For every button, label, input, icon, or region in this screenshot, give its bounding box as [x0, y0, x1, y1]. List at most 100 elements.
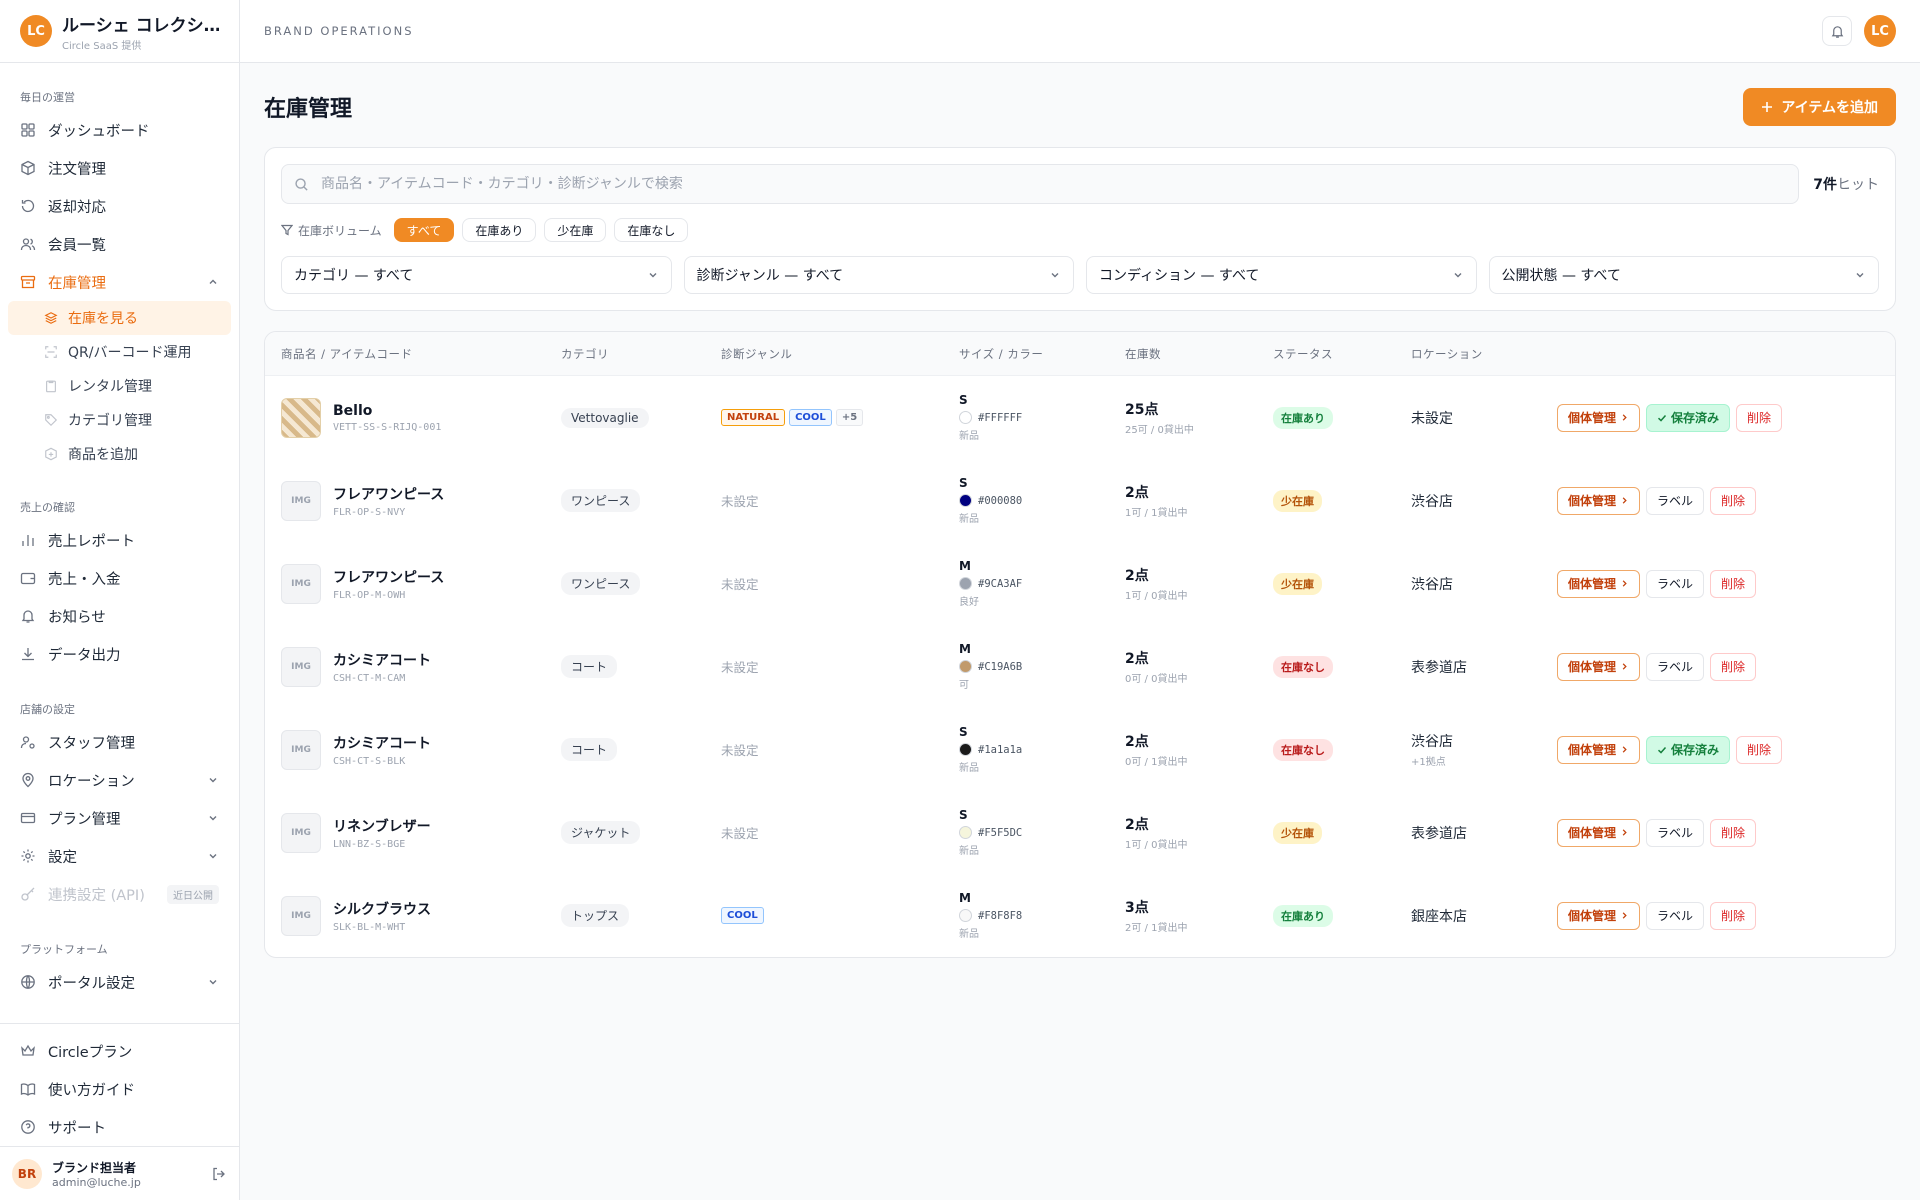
- category-select-value: カテゴリ — すべて: [294, 268, 414, 284]
- delete-button[interactable]: 削除: [1710, 486, 1757, 515]
- manage-units-button[interactable]: 個体管理: [1557, 901, 1641, 930]
- table-row[interactable]: IMG フレアワンピース FLR-OP-S-NVY ワンピース 未設定 S #000080 新…: [265, 459, 1895, 542]
- sidebar-item-location[interactable]: ロケーション: [8, 761, 231, 799]
- sidebar-item-portal[interactable]: ポータル設定: [8, 963, 231, 1001]
- delete-button[interactable]: 削除: [1710, 901, 1757, 930]
- sidebar-subitem-label: 在庫を見る: [68, 311, 138, 327]
- sidebar-subitem-category[interactable]: カテゴリ管理: [8, 403, 231, 437]
- product-code: FLR-OP-M-OWH: [333, 589, 406, 601]
- col-header-genre: 診断ジャンル: [721, 346, 793, 361]
- sidebar-item-sales-report[interactable]: 売上レポート: [8, 521, 231, 559]
- filter-panel: 7件ヒット 在庫ボリューム すべて 在庫あり 少在庫 在庫なし カテゴリ — す…: [264, 147, 1896, 311]
- chip-low-stock[interactable]: 少在庫: [544, 218, 607, 242]
- publish-select[interactable]: 公開状態 — すべて: [1488, 256, 1879, 294]
- sidebar-item-dashboard[interactable]: ダッシュボード: [8, 111, 231, 149]
- table-header: 商品名 / アイテムコード カテゴリ 診断ジャンル サイズ / カラー 在庫数 …: [265, 332, 1895, 376]
- label-button[interactable]: ラベル: [1646, 652, 1705, 681]
- chip-out-of-stock[interactable]: 在庫なし: [614, 218, 689, 242]
- topbar-title: BRAND OPERATIONS: [264, 24, 414, 38]
- sidebar-subitem-label: カテゴリ管理: [68, 413, 152, 429]
- genre-select[interactable]: 診断ジャンル — すべて: [683, 256, 1074, 294]
- package-icon: [21, 160, 35, 176]
- manage-units-button[interactable]: 個体管理: [1557, 735, 1641, 764]
- condition-value: 新品: [959, 929, 979, 940]
- sidebar-subitem-label: レンタル管理: [68, 379, 152, 395]
- delete-button[interactable]: 削除: [1736, 403, 1783, 432]
- logout-icon[interactable]: [211, 1166, 227, 1182]
- sidebar-item-members[interactable]: 会員一覧: [8, 225, 231, 263]
- condition-value: 可: [959, 680, 969, 691]
- sidebar-item-support[interactable]: サポート: [8, 1108, 231, 1146]
- manage-units-button[interactable]: 個体管理: [1557, 486, 1641, 515]
- sidebar-item-export[interactable]: データ出力: [8, 635, 231, 673]
- sidebar-nav: 毎日の運営 ダッシュボード 注文管理 返却対応 会員一覧 在庫管理 在庫を見る …: [0, 63, 239, 1023]
- sidebar-subitem-add-product[interactable]: 商品を追加: [8, 437, 231, 471]
- table-row[interactable]: IMG フレアワンピース FLR-OP-M-OWH ワンピース 未設定 M #9CA3AF 良…: [265, 542, 1895, 625]
- label-button[interactable]: ラベル: [1646, 818, 1705, 847]
- stock-qty: 25点: [1125, 402, 1159, 418]
- genre-select-value: 診断ジャンル — すべて: [696, 268, 844, 284]
- wallet-icon: [20, 572, 36, 585]
- status-badge: 在庫なし: [1273, 655, 1333, 678]
- product-code: LNN-BZ-S-BGE: [333, 838, 406, 850]
- table-row[interactable]: IMG カシミアコート CSH-CT-M-CAM コート 未設定 M #C19A6B 可 2点 0…: [265, 625, 1895, 708]
- table-row[interactable]: IMG リネンブレザー LNN-BZ-S-BGE ジャケット 未設定 S #F5F5DC 新品…: [265, 791, 1895, 874]
- sidebar-item-staff[interactable]: スタッフ管理: [8, 723, 231, 761]
- rotate-ccw-icon: [21, 199, 35, 213]
- manage-units-button[interactable]: 個体管理: [1557, 818, 1641, 847]
- saved-button[interactable]: 保存済み: [1646, 403, 1731, 432]
- delete-button[interactable]: 削除: [1736, 735, 1783, 764]
- delete-button[interactable]: 削除: [1710, 569, 1757, 598]
- saved-label: 保存済み: [1671, 411, 1720, 425]
- account-avatar[interactable]: LC: [1864, 15, 1896, 47]
- label-button[interactable]: ラベル: [1646, 901, 1705, 930]
- table-row[interactable]: Bello VETT-SS-S-RIJQ-001 Vettovaglie NATURA…: [265, 376, 1895, 459]
- user-email: admin@luche.jp: [52, 1175, 141, 1189]
- chip-in-stock[interactable]: 在庫あり: [462, 218, 537, 242]
- sidebar-item-guide[interactable]: 使い方ガイド: [8, 1070, 231, 1108]
- product-thumbnail-placeholder: IMG: [281, 646, 321, 687]
- sidebar-item-circle-plan[interactable]: Circleプラン: [8, 1032, 231, 1070]
- saved-button[interactable]: 保存済み: [1646, 735, 1731, 764]
- product-thumbnail-placeholder: IMG: [281, 895, 321, 936]
- manage-units-label: 個体管理: [1568, 660, 1617, 674]
- category-select[interactable]: カテゴリ — すべて: [281, 256, 672, 294]
- product-code: VETT-SS-S-RIJQ-001: [333, 421, 442, 433]
- sidebar-item-label: お知らせ: [48, 609, 106, 626]
- tag-icon: [45, 414, 58, 427]
- sidebar-item-orders[interactable]: 注文管理: [8, 149, 231, 187]
- sidebar-subitem-rental[interactable]: レンタル管理: [8, 369, 231, 403]
- delete-button[interactable]: 削除: [1710, 818, 1757, 847]
- stock-qty: 3点: [1125, 900, 1149, 916]
- notifications-button[interactable]: [1822, 16, 1852, 46]
- delete-button[interactable]: 削除: [1710, 652, 1757, 681]
- brand-header[interactable]: LC ルーシェ コレクショ... Circle SaaS 提供: [0, 0, 239, 63]
- manage-units-button[interactable]: 個体管理: [1557, 569, 1641, 598]
- table-row[interactable]: IMG カシミアコート CSH-CT-S-BLK コート 未設定 S #1a1a1a 新品 2点…: [265, 708, 1895, 791]
- sidebar-item-notices[interactable]: お知らせ: [8, 597, 231, 635]
- condition-select[interactable]: コンディション — すべて: [1086, 256, 1477, 294]
- manage-units-button[interactable]: 個体管理: [1557, 652, 1641, 681]
- color-hex: #F8F8F8: [978, 909, 1023, 922]
- sidebar-item-returns[interactable]: 返却対応: [8, 187, 231, 225]
- label-button[interactable]: ラベル: [1646, 569, 1705, 598]
- col-header-name: 商品名 / アイテムコード: [281, 346, 413, 361]
- label-button[interactable]: ラベル: [1646, 486, 1705, 515]
- sidebar-item-plan[interactable]: プラン管理: [8, 799, 231, 837]
- sidebar-subitem-qr[interactable]: QR/バーコード運用: [8, 335, 231, 369]
- check-icon: [1658, 414, 1667, 422]
- col-header-category: カテゴリ: [561, 346, 609, 361]
- color-swatch: [959, 577, 972, 590]
- sidebar-item-inventory[interactable]: 在庫管理: [8, 263, 231, 301]
- sidebar-subitem-view-inventory[interactable]: 在庫を見る: [8, 301, 231, 335]
- sidebar-item-settings[interactable]: 設定: [8, 837, 231, 875]
- genre-unset: 未設定: [721, 660, 759, 675]
- search-input[interactable]: [321, 176, 1787, 192]
- add-item-button[interactable]: アイテムを追加: [1743, 88, 1896, 126]
- chevron-down-icon: [649, 273, 656, 278]
- table-row[interactable]: IMG シルクブラウス SLK-BL-M-WHT トップス COOL M #F8F8F8 新品…: [265, 874, 1895, 957]
- sidebar-item-payments[interactable]: 売上・入金: [8, 559, 231, 597]
- manage-units-button[interactable]: 個体管理: [1557, 403, 1641, 432]
- product-name: フレアワンピース: [333, 569, 445, 586]
- chip-all[interactable]: すべて: [393, 218, 455, 242]
